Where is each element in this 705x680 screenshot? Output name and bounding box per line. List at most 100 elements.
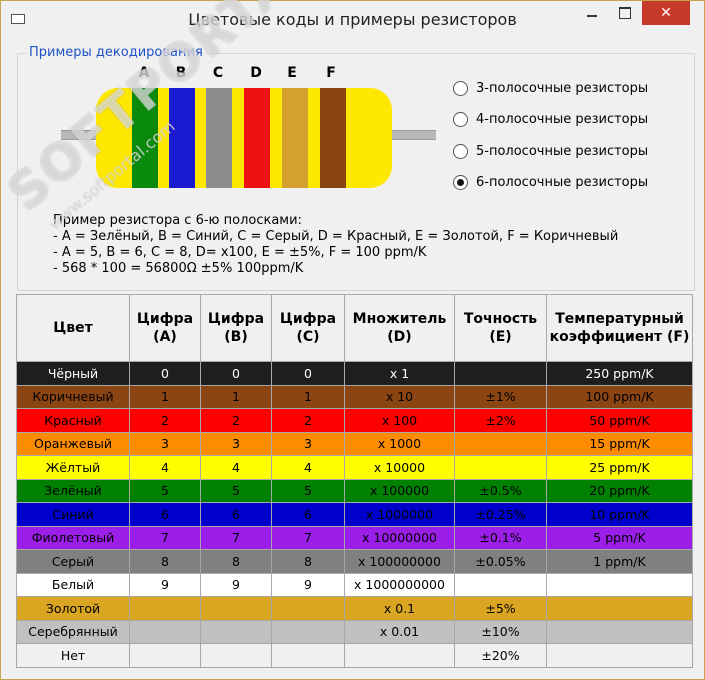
table-cell: x 10000 bbox=[344, 455, 455, 480]
column-header[interactable]: Точность (E) bbox=[454, 294, 547, 362]
title-bar[interactable]: Цветовые коды и примеры резисторов ✕ bbox=[1, 1, 704, 37]
group-title: Примеры декодирования bbox=[26, 45, 206, 60]
table-row: Серебрянный x 0.01 ±10% bbox=[16, 619, 693, 644]
table-cell: 2 bbox=[129, 408, 201, 433]
maximize-icon bbox=[619, 7, 631, 19]
table-row: Синий 6 6 6 x 1000000 ±0.25% 10 ppm/K bbox=[16, 502, 693, 527]
table-cell: 9 bbox=[200, 572, 272, 597]
table-cell: x 10000000 bbox=[344, 525, 455, 550]
table-cell bbox=[546, 643, 693, 668]
color-name-cell: Коричневый bbox=[16, 384, 130, 409]
radio-label[interactable]: 5-полосочные резисторы bbox=[476, 144, 648, 159]
table-cell: 2 bbox=[200, 408, 272, 433]
maximize-button[interactable] bbox=[609, 1, 641, 25]
color-name-cell: Золотой bbox=[16, 596, 130, 621]
table-cell: 6 bbox=[200, 502, 272, 527]
radio-button[interactable] bbox=[453, 144, 468, 159]
color-name-cell: Фиолетовый bbox=[16, 525, 130, 550]
resistor-band bbox=[132, 88, 158, 188]
radio-label[interactable]: 4-полосочные резисторы bbox=[476, 112, 648, 127]
radio-button[interactable] bbox=[453, 112, 468, 127]
resistor-band bbox=[244, 88, 270, 188]
table-cell: 0 bbox=[200, 361, 272, 386]
color-name-cell: Нет bbox=[16, 643, 130, 668]
table-cell: ±0.1% bbox=[454, 525, 547, 550]
table-cell bbox=[546, 619, 693, 644]
table-cell bbox=[200, 643, 272, 668]
table-row: Золотой x 0.1 ±5% bbox=[16, 596, 693, 621]
column-header[interactable]: Цифра (C) bbox=[271, 294, 345, 362]
band-option[interactable]: 6-полосочные резисторы bbox=[453, 175, 648, 190]
column-header[interactable]: Цифра (B) bbox=[200, 294, 272, 362]
radio-label[interactable]: 6-полосочные резисторы bbox=[476, 175, 648, 190]
example-line: - A = 5, B = 6, C = 8, D= x100, E = ±5%,… bbox=[53, 245, 427, 260]
column-header[interactable]: Цвет bbox=[16, 294, 130, 362]
table-cell bbox=[129, 643, 201, 668]
table-cell: 9 bbox=[129, 572, 201, 597]
table-cell: 8 bbox=[129, 549, 201, 574]
app-window: Цветовые коды и примеры резисторов ✕ При… bbox=[0, 0, 705, 680]
table-cell: 4 bbox=[200, 455, 272, 480]
table-cell: x 1000 bbox=[344, 431, 455, 456]
resistor-body bbox=[96, 88, 392, 188]
table-cell bbox=[454, 361, 547, 386]
table-row: Коричневый 1 1 1 x 10 ±1% 100 ppm/K bbox=[16, 384, 693, 409]
table-cell: 9 bbox=[271, 572, 345, 597]
radio-button[interactable] bbox=[453, 81, 468, 96]
table-cell: ±1% bbox=[454, 384, 547, 409]
table-cell: 7 bbox=[271, 525, 345, 550]
table-row: Жёлтый 4 4 4 x 10000 25 ppm/K bbox=[16, 455, 693, 480]
minimize-button[interactable] bbox=[576, 1, 608, 25]
band-option[interactable]: 5-полосочные резисторы bbox=[453, 144, 648, 159]
table-cell: 15 ppm/K bbox=[546, 431, 693, 456]
resistor-band bbox=[169, 88, 195, 188]
color-name-cell: Жёлтый bbox=[16, 455, 130, 480]
table-cell: ±2% bbox=[454, 408, 547, 433]
resistor-band bbox=[282, 88, 308, 188]
color-name-cell: Серебрянный bbox=[16, 619, 130, 644]
table-cell: 100 ppm/K bbox=[546, 384, 693, 409]
band-letter: B bbox=[175, 65, 187, 81]
table-row: Красный 2 2 2 x 100 ±2% 50 ppm/K bbox=[16, 408, 693, 433]
table-cell: 3 bbox=[200, 431, 272, 456]
column-header[interactable]: Температурный коэффициент (F) bbox=[546, 294, 693, 362]
table-cell: 8 bbox=[271, 549, 345, 574]
table-row: Белый 9 9 9 x 1000000000 bbox=[16, 572, 693, 597]
band-option[interactable]: 4-полосочные резисторы bbox=[453, 112, 648, 127]
table-cell: 3 bbox=[271, 431, 345, 456]
color-code-table: Цвет Цифра (A) Цифра (B) Цифра (C) Множитель… bbox=[16, 294, 693, 668]
table-cell: x 100000 bbox=[344, 478, 455, 503]
table-cell bbox=[129, 596, 201, 621]
table-cell: x 1 bbox=[344, 361, 455, 386]
table-row: Чёрный 0 0 0 x 1 250 ppm/K bbox=[16, 361, 693, 386]
table-cell: x 100000000 bbox=[344, 549, 455, 574]
band-option[interactable]: 3-полосочные резисторы bbox=[453, 81, 648, 96]
table-cell bbox=[271, 619, 345, 644]
color-name-cell: Зелёный bbox=[16, 478, 130, 503]
table-cell: ±5% bbox=[454, 596, 547, 621]
table-body: Чёрный 0 0 0 x 1 250 ppm/K Коричневый 1 1 1 x 10 ±1… bbox=[16, 361, 693, 668]
table-cell: 5 ppm/K bbox=[546, 525, 693, 550]
table-cell bbox=[454, 431, 547, 456]
radio-button[interactable] bbox=[453, 175, 468, 190]
table-cell: x 1000000000 bbox=[344, 572, 455, 597]
radio-label[interactable]: 3-полосочные резисторы bbox=[476, 81, 648, 96]
table-cell bbox=[129, 619, 201, 644]
table-cell: x 100 bbox=[344, 408, 455, 433]
column-header[interactable]: Множитель (D) bbox=[344, 294, 455, 362]
column-header[interactable]: Цифра (A) bbox=[129, 294, 201, 362]
close-icon: ✕ bbox=[660, 5, 672, 21]
band-letter: C bbox=[212, 65, 224, 81]
table-cell: 7 bbox=[200, 525, 272, 550]
table-cell bbox=[271, 643, 345, 668]
table-cell: ±0.05% bbox=[454, 549, 547, 574]
table-cell: 10 ppm/K bbox=[546, 502, 693, 527]
table-cell: ±10% bbox=[454, 619, 547, 644]
resistor-band bbox=[320, 88, 346, 188]
close-button[interactable]: ✕ bbox=[642, 1, 690, 25]
table-cell: 5 bbox=[200, 478, 272, 503]
table-cell: 0 bbox=[271, 361, 345, 386]
table-cell: 1 ppm/K bbox=[546, 549, 693, 574]
table-cell: ±0.25% bbox=[454, 502, 547, 527]
color-name-cell: Оранжевый bbox=[16, 431, 130, 456]
